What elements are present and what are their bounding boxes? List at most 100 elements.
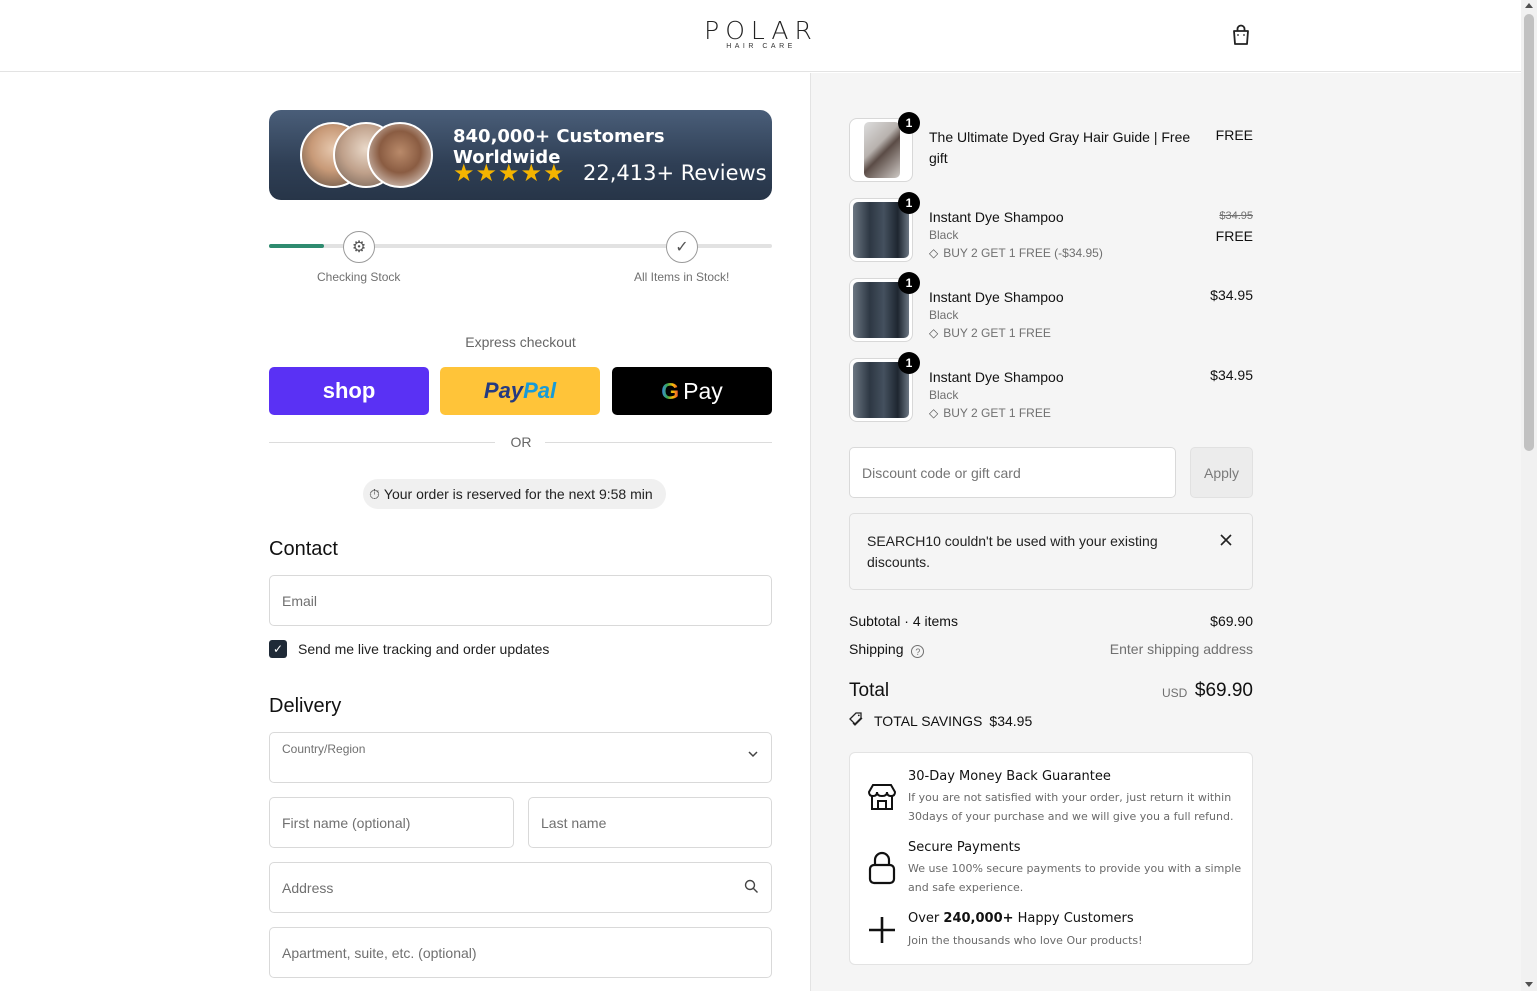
tracking-checkbox[interactable]: ✓ xyxy=(269,640,287,658)
apply-discount-button[interactable]: Apply xyxy=(1190,447,1253,498)
country-select[interactable]: Country/Region xyxy=(269,732,772,783)
discount-code-input[interactable] xyxy=(850,448,1175,497)
customer-avatar xyxy=(367,122,433,188)
last-name-input[interactable] xyxy=(529,798,771,847)
tag-icon: ◇ xyxy=(929,406,939,420)
step-label-checking: Checking Stock xyxy=(317,270,401,284)
email-input[interactable] xyxy=(270,576,771,625)
guarantee-title-count: 240,000+ xyxy=(943,911,1014,926)
scroll-down-arrow-icon[interactable] xyxy=(1525,982,1533,987)
item-discount-label: BUY 2 GET 1 FREE xyxy=(943,406,1051,420)
google-pay-label: Pay xyxy=(683,377,723,404)
paypal-label-accent: Pal xyxy=(523,378,557,403)
guarantee-desc: If you are not satisfied with your order… xyxy=(908,791,1234,823)
trust-badges: 30-Day Money Back Guarantee If you are n… xyxy=(849,752,1253,965)
close-icon[interactable] xyxy=(1220,530,1232,551)
first-name-field[interactable] xyxy=(269,797,514,848)
guarantee-title: Over 240,000+ Happy Customers xyxy=(908,911,1134,926)
item-title: The Ultimate Dyed Gray Hair Guide | Free… xyxy=(929,129,1191,166)
lock-icon xyxy=(864,850,900,886)
subtotal-row: Subtotal · 4 items $69.90 xyxy=(849,613,1253,629)
paypal-button[interactable]: Pay Pal xyxy=(440,367,600,415)
divider-line xyxy=(545,442,772,443)
polar-logo[interactable]: POLAR HAIR CARE xyxy=(688,18,834,51)
cart-item: 1 Instant Dye Shampoo Black ◇ BUY 2 GET … xyxy=(849,192,1253,264)
item-discount-label: BUY 2 GET 1 FREE xyxy=(943,326,1051,340)
guarantee-desc: We use 100% secure payments to provide y… xyxy=(908,862,1242,894)
reservation-timer: ⏱ Your order is reserved for the next 9:… xyxy=(363,479,666,509)
item-price: FREE xyxy=(1215,127,1253,143)
item-variant: Black xyxy=(929,308,959,322)
guarantee-title: 30-Day Money Back Guarantee xyxy=(908,769,1111,784)
discount-code-field[interactable] xyxy=(849,447,1176,498)
last-name-field[interactable] xyxy=(528,797,772,848)
item-price: $34.95 xyxy=(1210,367,1253,383)
divider-line xyxy=(269,442,495,443)
stopwatch-icon: ⏱ xyxy=(369,485,380,502)
item-discount-label: BUY 2 GET 1 FREE (-$34.95) xyxy=(943,246,1103,260)
address-input[interactable] xyxy=(270,863,771,912)
address-field[interactable] xyxy=(269,862,772,913)
scroll-up-arrow-icon[interactable] xyxy=(1525,3,1533,8)
site-header: POLAR HAIR CARE xyxy=(0,0,1521,72)
total-value: $69.90 xyxy=(1194,680,1253,701)
item-discount: ◇ BUY 2 GET 1 FREE xyxy=(929,406,1051,420)
search-icon[interactable] xyxy=(744,879,759,897)
express-checkout-title: Express checkout xyxy=(465,334,576,350)
help-icon[interactable]: ? xyxy=(911,645,925,658)
tracking-checkbox-label: Send me live tracking and order updates xyxy=(298,641,550,657)
tag-icon: ◇ xyxy=(929,326,939,340)
paypal-label: Pay xyxy=(483,378,524,403)
email-field[interactable] xyxy=(269,575,772,626)
apartment-field[interactable] xyxy=(269,927,772,978)
plus-icon xyxy=(864,912,900,948)
tracking-checkbox-row[interactable]: ✓ Send me live tracking and order update… xyxy=(269,640,549,658)
first-name-input[interactable] xyxy=(270,798,513,847)
checkmark-icon: ✓ xyxy=(666,231,698,263)
savings-label: TOTAL SAVINGS xyxy=(874,713,983,729)
item-variant: Black xyxy=(929,228,959,242)
guarantee-desc: Join the thousands who love Our products… xyxy=(908,934,1143,947)
savings-amount: $34.95 xyxy=(989,713,1033,729)
shop-pay-button[interactable]: shop xyxy=(269,367,429,415)
google-pay-button[interactable]: G Pay xyxy=(612,367,772,415)
country-label: Country/Region xyxy=(282,742,366,756)
google-g-icon: G xyxy=(661,377,680,404)
shipping-label: Shipping xyxy=(849,641,904,657)
apartment-input[interactable] xyxy=(270,928,771,977)
step-label-in-stock: All Items in Stock! xyxy=(634,270,730,284)
review-count: 22,413+ Reviews xyxy=(583,161,767,185)
guarantee-title-prefix: Over xyxy=(908,911,944,926)
or-divider: OR xyxy=(269,432,772,452)
quantity-badge: 1 xyxy=(898,112,920,134)
subtotal-value: $69.90 xyxy=(1210,613,1253,629)
item-title: Instant Dye Shampoo xyxy=(929,209,1064,225)
checkout-form-column: 840,000+ Customers Worldwide ★★★★★ 22,41… xyxy=(0,73,810,991)
or-label: OR xyxy=(510,434,532,450)
total-savings: TOTAL SAVINGS $34.95 xyxy=(849,712,1032,730)
scrollbar-thumb[interactable] xyxy=(1524,14,1534,451)
store-icon xyxy=(864,779,900,815)
guarantee-title: Secure Payments xyxy=(908,840,1021,855)
item-price: $34.95 xyxy=(1210,287,1253,303)
quantity-badge: 1 xyxy=(898,352,920,374)
cart-item: 1 The Ultimate Dyed Gray Hair Guide | Fr… xyxy=(849,112,1253,184)
item-price: FREE xyxy=(1215,228,1253,244)
stock-progress-fill xyxy=(269,244,325,248)
shopping-bag-icon[interactable] xyxy=(1228,22,1254,48)
tag-icon: ◇ xyxy=(929,246,939,260)
gear-icon: ⚙ xyxy=(343,231,375,263)
discount-error-text: SEARCH10 couldn't be used with your exis… xyxy=(867,533,1158,570)
subtotal-label: Subtotal · 4 items xyxy=(849,613,958,629)
shipping-row: Shipping ? Enter shipping address xyxy=(849,641,1253,658)
item-title: Instant Dye Shampoo xyxy=(929,289,1064,305)
rating-stars: ★★★★★ xyxy=(453,160,566,187)
item-variant: Black xyxy=(929,388,959,402)
timer-text: Your order is reserved for the next 9:58… xyxy=(383,486,653,502)
shop-pay-label: shop xyxy=(322,378,376,403)
item-original-price: $34.95 xyxy=(1219,210,1253,222)
page-scrollbar[interactable] xyxy=(1521,0,1537,991)
delivery-heading: Delivery xyxy=(269,695,342,717)
chevron-down-icon xyxy=(747,748,759,763)
discount-error-notice: SEARCH10 couldn't be used with your exis… xyxy=(849,513,1253,590)
